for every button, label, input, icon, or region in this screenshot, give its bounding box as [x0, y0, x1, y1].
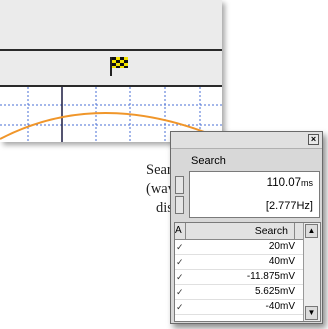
table-row[interactable]: ✓ 40mV — [175, 255, 305, 270]
check-mark: ✓ — [176, 272, 184, 282]
side-toggle-button[interactable] — [175, 196, 184, 214]
checkered-flag-icon[interactable] — [107, 55, 131, 77]
table-row[interactable]: ✓ 20mV — [175, 240, 305, 255]
side-toggle-button[interactable] — [175, 176, 184, 194]
row-value: 20mV — [268, 241, 295, 252]
time-number: 110.07 — [266, 177, 301, 189]
table-rows: ✓ 20mV ✓ 40mV ✓ -11.875mV ✓ 5.625mV ✓ -4… — [175, 240, 305, 315]
search-table: A Search ✓ 20mV ✓ 40mV ✓ -11.875mV ✓ 5.6… — [174, 222, 321, 322]
row-value: 5.625mV — [254, 286, 295, 297]
row-value: -11.875mV — [246, 271, 295, 282]
column-header-a[interactable]: A — [175, 223, 186, 239]
waveform-header-area — [0, 0, 222, 49]
row-value: 40mV — [268, 256, 295, 267]
table-header: A Search — [175, 223, 305, 240]
column-header-search[interactable]: Search — [186, 223, 295, 239]
table-row[interactable]: ✓ -40mV — [175, 300, 305, 315]
scroll-down-icon[interactable]: ▼ — [305, 306, 318, 320]
waveform-display — [0, 0, 222, 142]
window-title: Search — [191, 155, 226, 167]
row-value: -40mV — [265, 301, 295, 312]
time-unit: ms — [301, 178, 313, 188]
check-mark: ✓ — [176, 287, 184, 297]
table-row[interactable]: ✓ -11.875mV — [175, 270, 305, 285]
search-window: × Search 110.07ms [2.777Hz] A Search ✓ 2… — [170, 131, 323, 324]
search-value-box: 110.07ms [2.777Hz] — [189, 171, 320, 218]
check-mark: ✓ — [176, 242, 184, 252]
check-mark: ✓ — [176, 257, 184, 267]
check-mark: ✓ — [176, 302, 184, 312]
table-row[interactable]: ✓ 5.625mV — [175, 285, 305, 300]
scroll-up-icon[interactable]: ▲ — [305, 224, 318, 238]
close-icon[interactable]: × — [308, 134, 319, 145]
frequency-value: [2.777Hz] — [265, 200, 313, 212]
time-value: 110.07ms — [267, 177, 313, 189]
table-scrollbar[interactable]: ▲ ▼ — [303, 223, 320, 321]
window-titlebar[interactable]: × — [171, 132, 322, 149]
